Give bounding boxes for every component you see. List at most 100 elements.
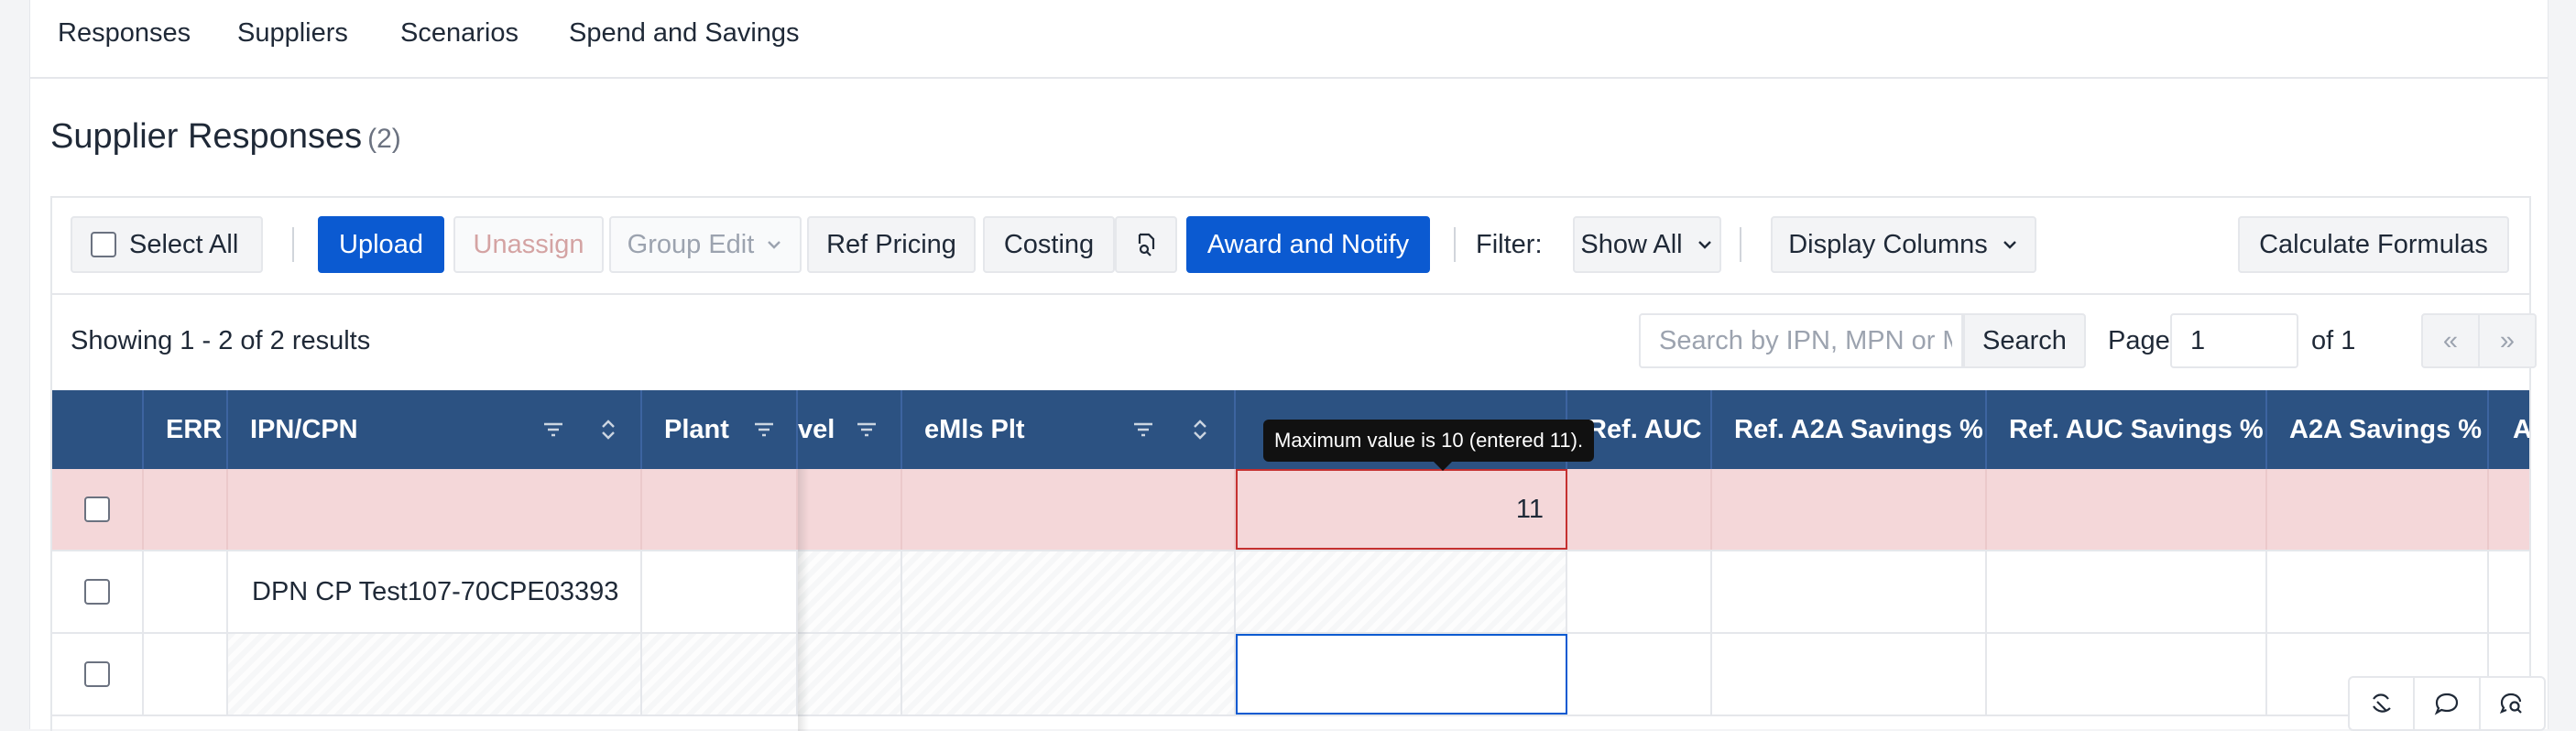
- column-header-err[interactable]: ERR: [144, 390, 228, 469]
- err-cell: [144, 634, 228, 715]
- award-action-button[interactable]: [2350, 678, 2416, 729]
- validation-tooltip: Maximum value is 10 (entered 11).: [1263, 420, 1595, 471]
- emls-plt-cell: [902, 551, 1236, 632]
- page-title-text: Supplier Responses: [50, 117, 363, 156]
- gavel-icon: [2372, 693, 2391, 713]
- search-placeholder: Search by IPN, MPN or Mfr: [1659, 325, 1952, 355]
- divider: [292, 227, 294, 262]
- group-edit-label: Group Edit: [627, 229, 755, 259]
- filter-value: Show All: [1580, 229, 1683, 259]
- row-checkbox[interactable]: [84, 579, 110, 605]
- level-cell: [798, 551, 902, 632]
- display-columns-label: Display Columns: [1788, 229, 1988, 259]
- plant-cell[interactable]: [642, 551, 798, 632]
- sort-icon[interactable]: [1188, 418, 1212, 442]
- tab-responses[interactable]: Responses: [58, 18, 191, 49]
- document-link-button[interactable]: [1115, 216, 1177, 273]
- document-link-icon: [1138, 233, 1155, 256]
- table-row[interactable]: [52, 634, 2529, 716]
- filter-icon[interactable]: [541, 418, 565, 442]
- value-cell-invalid[interactable]: 11: [1236, 469, 1567, 550]
- ref-a2a-cell: [1712, 634, 1987, 715]
- column-header-ipn-cpn[interactable]: IPN/CPN: [228, 390, 642, 469]
- responses-panel: Select All Upload Unassign Group Edit Re…: [50, 196, 2546, 731]
- column-header-plant-label: Plant: [664, 414, 729, 444]
- tab-spend-and-savings[interactable]: Spend and Savings: [569, 18, 800, 49]
- tab-suppliers[interactable]: Suppliers: [237, 18, 348, 49]
- table-row[interactable]: DPN CP Test107-70CPE03393: [52, 551, 2529, 634]
- search-button[interactable]: Search: [1963, 313, 2086, 368]
- tab-bar: Responses Suppliers Scenarios Spend and …: [30, 0, 2548, 79]
- comment-icon: [2434, 693, 2459, 715]
- sort-icon[interactable]: [596, 418, 620, 442]
- value-cell[interactable]: [1236, 551, 1567, 632]
- column-header-level[interactable]: vel: [798, 390, 902, 469]
- divider: [1454, 227, 1456, 262]
- page-label: Page: [2108, 326, 2170, 355]
- filter-label: Filter:: [1476, 230, 1543, 259]
- ref-auc-savings-cell: [1987, 551, 2267, 632]
- unassign-button[interactable]: Unassign: [453, 216, 604, 273]
- column-header-emls-plt[interactable]: eMls Plt: [902, 390, 1236, 469]
- table-row[interactable]: 11: [52, 469, 2529, 551]
- view-comments-action-button[interactable]: [2481, 678, 2544, 729]
- result-count: (2): [367, 124, 401, 154]
- toolbar: Select All Upload Unassign Group Edit Re…: [52, 198, 2529, 295]
- filter-icon[interactable]: [752, 418, 776, 442]
- row-select-cell: [52, 551, 144, 632]
- row-checkbox[interactable]: [84, 661, 110, 687]
- column-header-emls-plt-label: eMls Plt: [924, 414, 1025, 444]
- au-cell: [2489, 469, 2529, 550]
- tab-scenarios[interactable]: Scenarios: [400, 18, 518, 49]
- select-all-button[interactable]: Select All: [71, 216, 263, 273]
- row-select-cell: [52, 469, 144, 550]
- column-header-a2a-savings[interactable]: A2A Savings %: [2267, 390, 2489, 469]
- main-page: Responses Suppliers Scenarios Spend and …: [29, 0, 2549, 731]
- upload-button[interactable]: Upload: [318, 216, 444, 273]
- ipn-cell[interactable]: DPN CP Test107-70CPE03393: [228, 551, 642, 632]
- ipn-cell[interactable]: [228, 469, 642, 550]
- ref-auc-cell: [1567, 469, 1712, 550]
- chevron-down-icon: [2003, 241, 2016, 249]
- search-input[interactable]: Search by IPN, MPN or Mfr: [1639, 313, 1963, 368]
- emls-plt-cell[interactable]: [902, 469, 1236, 550]
- level-cell[interactable]: [798, 469, 902, 550]
- first-page-button[interactable]: «: [2421, 313, 2480, 368]
- value-cell-focused[interactable]: [1236, 634, 1567, 715]
- group-edit-button[interactable]: Group Edit: [609, 216, 802, 273]
- filter-icon[interactable]: [1131, 418, 1155, 442]
- page-number-input[interactable]: 1: [2170, 313, 2298, 368]
- filter-icon[interactable]: [855, 418, 879, 442]
- search-comment-icon: [2500, 693, 2523, 715]
- calculate-formulas-button[interactable]: Calculate Formulas: [2238, 216, 2509, 273]
- award-and-notify-button[interactable]: Award and Notify: [1186, 216, 1430, 273]
- ipn-cell[interactable]: [228, 634, 642, 715]
- err-cell: [144, 469, 228, 550]
- ref-a2a-cell: [1712, 469, 1987, 550]
- divider: [1740, 227, 1741, 262]
- err-cell: [144, 551, 228, 632]
- row-checkbox[interactable]: [84, 496, 110, 522]
- last-page-button[interactable]: »: [2478, 313, 2537, 368]
- column-header-level-label: vel: [798, 414, 835, 444]
- column-header-ref-auc-savings[interactable]: Ref. AUC Savings %: [1987, 390, 2267, 469]
- ref-pricing-button[interactable]: Ref Pricing: [807, 216, 976, 273]
- comment-action-button[interactable]: [2415, 678, 2481, 729]
- filter-dropdown[interactable]: Show All: [1573, 216, 1721, 273]
- select-column-header: [52, 390, 144, 469]
- frozen-column-shadow: [798, 469, 809, 731]
- column-header-ref-a2a-savings[interactable]: Ref. A2A Savings %: [1712, 390, 1987, 469]
- page-count: of 1: [2311, 326, 2356, 355]
- select-all-label: Select All: [129, 229, 239, 259]
- ref-auc-savings-cell: [1987, 469, 2267, 550]
- ref-auc-cell: [1567, 634, 1712, 715]
- select-all-checkbox[interactable]: [91, 232, 116, 257]
- plant-cell[interactable]: [642, 469, 798, 550]
- column-header-au[interactable]: AU: [2489, 390, 2529, 469]
- a2a-savings-cell: [2267, 551, 2489, 632]
- ref-auc-savings-cell: [1987, 634, 2267, 715]
- costing-button[interactable]: Costing: [983, 216, 1115, 273]
- ref-a2a-cell: [1712, 551, 1987, 632]
- level-cell: [798, 634, 902, 715]
- display-columns-dropdown[interactable]: Display Columns: [1771, 216, 2036, 273]
